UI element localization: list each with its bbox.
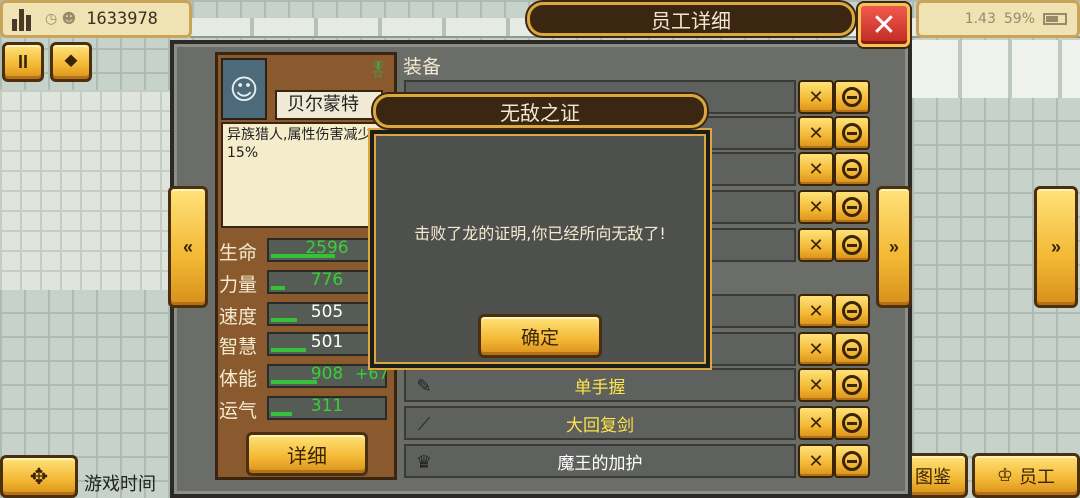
battery-icon	[1043, 13, 1067, 25]
money-display: ◷ ☻ 1633978	[0, 0, 192, 38]
medal-icon: 🎖	[368, 60, 389, 79]
window-title: 员工详细	[527, 2, 855, 36]
unequip-button[interactable]: ✕	[798, 294, 834, 328]
swap-icon	[842, 197, 862, 217]
character-description: 异族猎人,属性伤害减少15%	[221, 122, 387, 228]
stat-label: 智慧	[219, 336, 258, 358]
swap-icon	[842, 451, 862, 471]
swap-icon	[842, 123, 862, 143]
speed-button[interactable]: ⯁	[50, 42, 92, 82]
equipment-row: ♛ 魔王的加护	[404, 444, 796, 478]
battery-percent: 59%	[1003, 11, 1035, 27]
swap-equipment-button[interactable]	[834, 228, 870, 262]
swap-icon	[842, 87, 862, 107]
equipment-name: 大回复剑	[566, 415, 634, 436]
unequip-button[interactable]: ✕	[798, 80, 834, 114]
swap-equipment-button[interactable]	[834, 80, 870, 114]
next-page-button[interactable]: »	[1034, 186, 1078, 308]
equipment-row: ✎ 单手握	[404, 368, 796, 402]
stat-row: 速度 505	[219, 300, 389, 330]
swap-icon	[842, 159, 862, 179]
stat-label: 速度	[219, 306, 258, 328]
dialog-message: 击败了龙的证明,你已经所向无敌了!	[414, 224, 666, 243]
wall-right	[912, 40, 1080, 98]
equipment-icon: ✎	[416, 375, 432, 397]
swap-equipment-button[interactable]	[834, 294, 870, 328]
unequip-button[interactable]: ✕	[798, 152, 834, 186]
swap-icon	[842, 413, 862, 433]
equipment-icon: ⟋	[417, 413, 431, 435]
game-time-label: 游戏时间	[84, 474, 156, 495]
equipment-title: 装备	[403, 56, 442, 78]
swap-icon	[842, 375, 862, 395]
equipment-icon: ♛	[415, 451, 433, 473]
unequip-button[interactable]: ✕	[798, 228, 834, 262]
device-status: 1.43 59%	[916, 0, 1080, 38]
codex-label: 图鉴	[915, 466, 951, 487]
stat-label: 运气	[219, 400, 258, 422]
building-icon	[11, 7, 35, 31]
stat-value: 2596	[305, 238, 349, 258]
unequip-button[interactable]: ✕	[798, 444, 834, 478]
clock-icon: ◷ ☻	[45, 11, 77, 27]
swap-equipment-button[interactable]	[834, 332, 870, 366]
swap-icon	[842, 301, 862, 321]
next-staff-button[interactable]: »	[876, 186, 912, 308]
equipment-row: ⟋ 大回复剑	[404, 406, 796, 440]
stat-row: 运气 311	[219, 394, 389, 424]
stat-row: 力量 776	[219, 268, 389, 298]
swap-icon	[842, 339, 862, 359]
net-speed: 1.43	[964, 11, 996, 27]
equipment-name: 魔王的加护	[557, 453, 643, 474]
stat-value: 776	[310, 270, 344, 290]
prev-staff-button[interactable]: «	[168, 186, 208, 308]
staff-label: 员工	[1019, 466, 1056, 487]
swap-equipment-button[interactable]	[834, 152, 870, 186]
floor-tiles-left	[0, 90, 170, 290]
unequip-button[interactable]: ✕	[798, 190, 834, 224]
stat-value: 505	[310, 302, 344, 322]
money-value: 1633978	[86, 9, 158, 29]
crown-icon: ♔	[996, 465, 1014, 485]
swap-icon	[842, 235, 862, 255]
equipment-name: 单手握	[574, 377, 626, 398]
swap-equipment-button[interactable]	[834, 406, 870, 440]
unequip-button[interactable]: ✕	[798, 116, 834, 150]
character-name: 贝尔蒙特	[275, 90, 383, 120]
unequip-button[interactable]: ✕	[798, 368, 834, 402]
swap-equipment-button[interactable]	[834, 368, 870, 402]
stat-value: 501	[310, 332, 344, 352]
dialog-title: 无敌之证	[373, 94, 707, 128]
stat-row: 智慧 501	[219, 330, 389, 360]
close-button[interactable]: ✕	[858, 3, 910, 47]
swap-equipment-button[interactable]	[834, 190, 870, 224]
detail-button[interactable]: 详细	[246, 432, 368, 476]
stat-label: 体能	[219, 368, 258, 390]
stat-label: 生命	[219, 242, 258, 264]
compass-button[interactable]: ✥	[0, 455, 78, 498]
swap-equipment-button[interactable]	[834, 116, 870, 150]
unequip-button[interactable]: ✕	[798, 406, 834, 440]
stat-value: 311	[310, 396, 344, 416]
pause-button[interactable]: II	[2, 42, 44, 82]
stat-label: 力量	[219, 274, 258, 296]
swap-equipment-button[interactable]	[834, 444, 870, 478]
stat-row: 体能 908 +67	[219, 362, 389, 392]
unequip-button[interactable]: ✕	[798, 332, 834, 366]
confirm-button[interactable]: 确定	[478, 314, 602, 358]
staff-button[interactable]: ♔ 员工	[972, 453, 1080, 498]
character-avatar-icon: ☺	[221, 58, 267, 120]
stat-row: 生命 2596	[219, 236, 389, 266]
